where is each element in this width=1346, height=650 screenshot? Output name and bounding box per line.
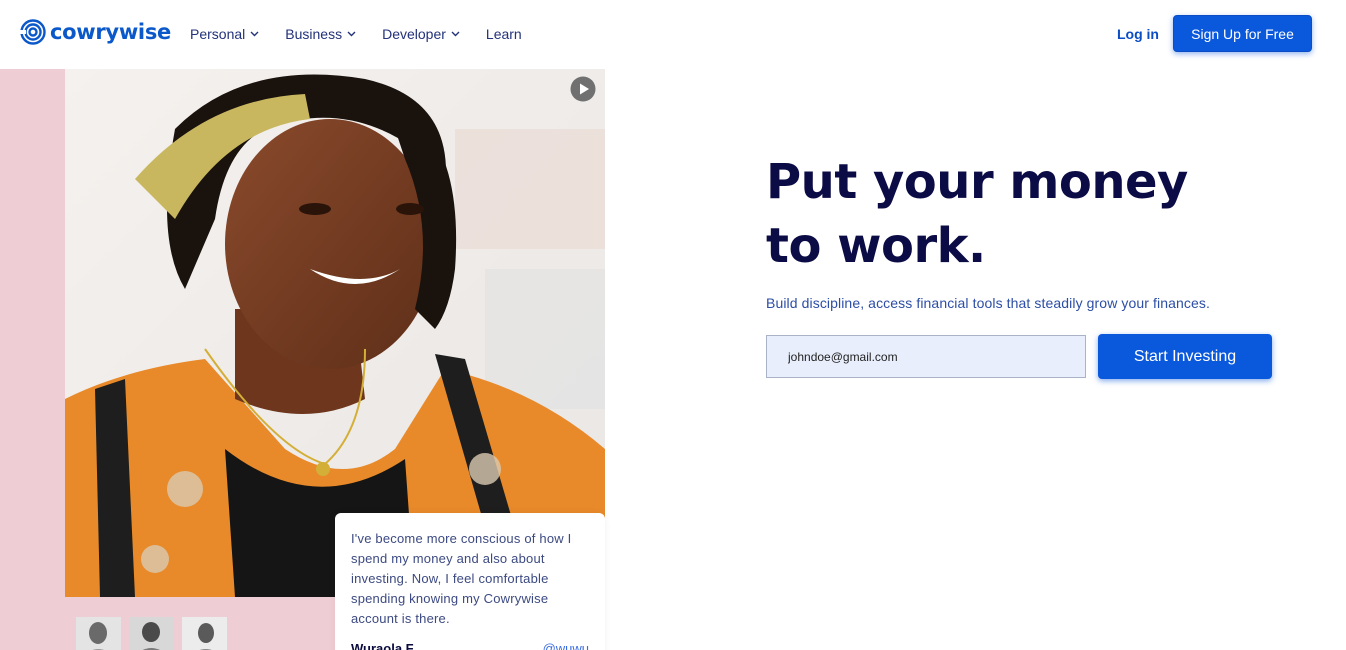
top-navigation: cowrywise Personal Business Developer Le… [0,0,1346,68]
testimonial-quote: I've become more conscious of how I spen… [351,531,572,626]
hero-headline: Put your money to work. [766,150,1188,278]
start-investing-button[interactable]: Start Investing [1098,334,1272,379]
testimonial-handle-link[interactable]: @wuwu [543,641,589,650]
testimonial-thumbnail[interactable] [76,617,121,650]
hero-headline-line2: to work. [766,218,986,274]
nav-item-label: Business [285,26,343,42]
brand-logo[interactable]: cowrywise [20,19,171,45]
chevron-down-icon [347,31,356,37]
nav-item-label: Personal [190,26,246,42]
testimonial-footer: Wuraola F. @wuwu [351,641,589,650]
brand-name: cowrywise [50,20,171,44]
testimonial-author: Wuraola F. [351,641,416,650]
testimonial-thumbnails [76,617,227,650]
nav-item-developer[interactable]: Developer [382,26,460,42]
email-input[interactable] [766,335,1086,378]
avatar-thumbnail-image [76,617,121,650]
hero-headline-line1: Put your money [766,154,1188,210]
avatar-thumbnail-image [129,617,174,650]
testimonial-card: I've become more conscious of how I spen… [335,513,605,650]
nav-item-learn[interactable]: Learn [486,26,522,42]
nav-links: Personal Business Developer Learn [190,26,548,42]
nav-item-business[interactable]: Business [285,26,356,42]
avatar-thumbnail-image [182,617,227,650]
login-link[interactable]: Log in [1117,26,1159,42]
testimonial-thumbnail[interactable] [129,617,174,650]
nav-item-personal[interactable]: Personal [190,26,259,42]
chevron-down-icon [250,31,259,37]
signup-button[interactable]: Sign Up for Free [1173,15,1312,52]
testimonial-thumbnail[interactable] [182,617,227,650]
chevron-down-icon [451,31,460,37]
cowrywise-logo-icon [20,19,46,45]
nav-item-label: Developer [382,26,446,42]
play-icon[interactable] [570,76,596,102]
nav-item-label: Learn [485,26,522,42]
hero-subheadline: Build discipline, access financial tools… [766,295,1210,311]
